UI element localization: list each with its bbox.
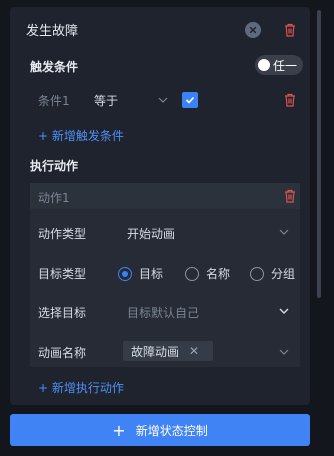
action-type-select[interactable]: 开始动画: [127, 225, 175, 242]
vertical-scrollbar[interactable]: [317, 10, 321, 298]
chevron-down-icon[interactable]: [279, 229, 289, 235]
delete-condition-icon[interactable]: [284, 93, 296, 107]
animation-tag-label: 故障动画: [131, 344, 180, 359]
target-type-label: 目标类型: [38, 267, 87, 281]
add-state-control-button[interactable]: + 新增状态控制: [10, 414, 310, 446]
toggle-knob: [258, 59, 270, 71]
action-header-label: 动作1: [38, 191, 70, 205]
target-type-radio-target[interactable]: 目标: [118, 265, 163, 282]
operator-value: 等于: [94, 94, 119, 108]
operator-select[interactable]: 等于: [94, 92, 118, 109]
action-type-value: 开始动画: [127, 227, 176, 241]
close-icon[interactable]: [245, 22, 261, 38]
add-execute-action-link[interactable]: + 新增执行动作: [38, 379, 124, 396]
action-card-header: [30, 183, 300, 209]
radio-icon: [185, 266, 199, 281]
radio-label: 目标: [139, 267, 164, 281]
action-section-title: 执行动作: [30, 159, 79, 173]
target-type-radio-group[interactable]: 分组: [250, 265, 295, 282]
plus-icon: +: [112, 420, 126, 440]
chevron-down-icon[interactable]: [158, 97, 168, 103]
condition-label: 条件1: [38, 94, 70, 108]
add-trigger-condition-link[interactable]: + 新增触发条件: [38, 127, 124, 144]
select-target-input[interactable]: 目标默认自己: [127, 304, 199, 321]
toggle-label: 任一: [273, 58, 298, 73]
trigger-section-title: 触发条件: [30, 60, 79, 74]
chevron-down-icon[interactable]: [279, 308, 289, 314]
condition-checkbox[interactable]: [182, 92, 198, 108]
any-toggle[interactable]: 任一: [255, 55, 303, 75]
animation-tag: 故障动画 ✕: [123, 341, 213, 361]
radio-icon: [250, 266, 264, 281]
chevron-down-icon[interactable]: [279, 349, 289, 355]
radio-label: 分组: [271, 267, 296, 281]
remove-tag-icon[interactable]: ✕: [189, 344, 199, 358]
radio-icon: [118, 266, 132, 281]
radio-label: 名称: [206, 267, 231, 281]
animation-name-label: 动画名称: [38, 346, 87, 360]
delete-state-icon[interactable]: [284, 23, 296, 37]
target-type-radio-name[interactable]: 名称: [185, 265, 230, 282]
delete-action-icon[interactable]: [284, 189, 296, 203]
checkmark-icon: [185, 96, 195, 104]
select-target-label: 选择目标: [38, 306, 87, 320]
state-title: 发生故障: [26, 24, 79, 39]
add-state-control-label: 新增状态控制: [135, 423, 208, 438]
action-type-label: 动作类型: [38, 227, 87, 241]
